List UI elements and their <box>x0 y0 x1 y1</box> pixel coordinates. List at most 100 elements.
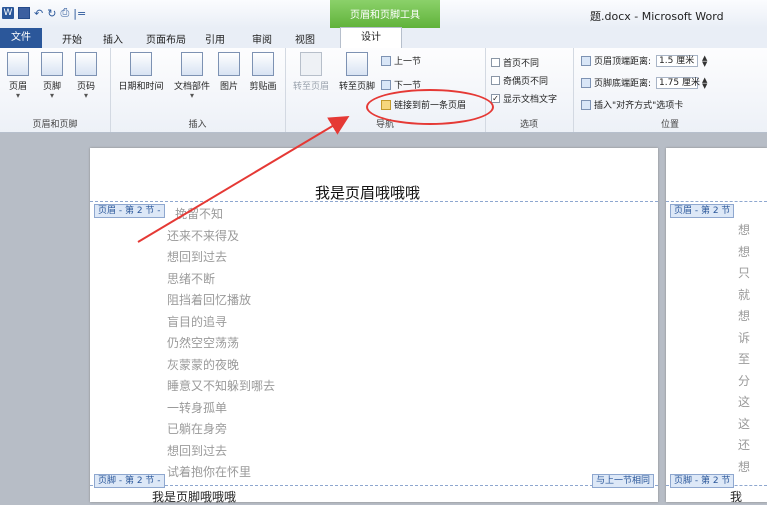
tab-review[interactable]: 审阅 <box>252 31 272 46</box>
body-text[interactable]: 挽留不知 还来不来得及 想回到过去 思绪不断 阻挡着回忆播放 盲目的追寻 仍然空… <box>167 204 275 484</box>
picture-button[interactable]: 图片 <box>216 52 242 92</box>
goto-footer-icon <box>346 52 368 76</box>
redo-icon[interactable]: ↻ <box>47 7 56 20</box>
body-line: 挽留不知 <box>175 207 224 221</box>
header-boundary <box>666 201 767 202</box>
previous-section-button[interactable]: 上一节 <box>381 54 421 67</box>
group-label-position: 位置 <box>660 120 679 130</box>
picture-label: 图片 <box>219 82 238 92</box>
body-char: 想 <box>738 309 751 323</box>
body-line: 试着抱你在怀里 <box>167 465 252 479</box>
ribbon: 页眉 ▾ 页脚 ▾ 页码 ▾ 页眉和页脚 日期和时间 文档部件 ▾ 图片 剪贴画… <box>0 48 767 133</box>
chevron-down-icon: ▾ <box>49 91 54 100</box>
doc-parts-icon <box>181 52 203 76</box>
header-section-badge: 页眉 - 第 2 节 - <box>94 204 165 218</box>
chevron-down-icon: ▾ <box>83 91 88 100</box>
chevron-down-icon: ▾ <box>189 91 194 100</box>
footer-section-badge: 页脚 - 第 2 节 <box>670 474 735 488</box>
group-label-header-footer: 页眉和页脚 <box>32 120 78 130</box>
footer-bottom-input[interactable]: 1.75 厘米 <box>656 76 700 89</box>
customize-qat-icon[interactable]: |= <box>73 7 86 20</box>
different-odd-even-checkbox[interactable]: 奇偶页不同 <box>491 74 548 87</box>
goto-header-icon <box>300 52 322 76</box>
document-page[interactable]: 我是页眉哦哦哦 页眉 - 第 2 节 - 挽留不知 还来不来得及 想回到过去 思… <box>90 148 658 505</box>
document-page-2[interactable]: 页眉 - 第 2 节 想 想 只 就 想 诉 至 分 这 这 还 想 页脚 - … <box>666 148 767 502</box>
group-label-insert: 插入 <box>188 120 207 130</box>
context-tab-group-label: 页眉和页脚工具 <box>350 10 420 21</box>
body-line: 睡意又不知躲到哪去 <box>167 379 276 393</box>
goto-header-button[interactable]: 转至页眉 <box>289 52 333 92</box>
body-line: 仍然空空荡荡 <box>167 336 240 350</box>
spinner-arrows-icon[interactable]: ▲ ▼ <box>702 54 707 67</box>
footer-text[interactable]: 我是页脚哦哦哦 <box>152 488 236 505</box>
body-line: 已躺在身旁 <box>167 422 228 436</box>
insert-alignment-tab-button[interactable]: 插入"对齐方式"选项卡 <box>581 98 683 111</box>
footer-button[interactable]: 页脚 ▾ <box>38 52 66 100</box>
show-document-text-checkbox[interactable]: ✓ 显示文档文字 <box>491 92 557 105</box>
body-char: 只 <box>738 266 751 280</box>
word-logo-icon: W <box>2 7 14 19</box>
different-odd-even-label: 奇偶页不同 <box>503 77 549 87</box>
body-text: 想 想 只 就 想 诉 至 分 这 这 还 想 <box>738 220 750 478</box>
group-header-footer: 页眉 ▾ 页脚 ▾ 页码 ▾ 页眉和页脚 <box>0 48 111 132</box>
calendar-icon <box>130 52 152 76</box>
previous-section-label: 上一节 <box>394 57 422 67</box>
header-top-input[interactable]: 1.5 厘米 <box>656 54 699 67</box>
body-line: 盲目的追寻 <box>167 314 228 329</box>
footer-bottom-label: 页脚底端距离: <box>594 79 652 89</box>
footer-icon <box>41 52 63 76</box>
checkbox-icon <box>491 76 500 85</box>
page-number-icon <box>75 52 97 76</box>
header-top-distance: 页眉顶端距离: 1.5 厘米 ▲ ▼ <box>581 54 707 67</box>
footer-boundary <box>90 485 658 486</box>
checkbox-checked-icon: ✓ <box>491 94 500 103</box>
header-text[interactable]: 我是页眉哦哦哦 <box>315 182 420 203</box>
header-section-badge: 页眉 - 第 2 节 <box>670 204 735 218</box>
chevron-down-icon: ▾ <box>15 91 20 100</box>
body-char: 就 <box>738 287 751 302</box>
footer-text: 我 <box>730 490 743 502</box>
save-icon[interactable] <box>18 7 30 19</box>
tab-insert[interactable]: 插入 <box>103 31 123 46</box>
body-char: 这 <box>738 416 751 431</box>
different-first-page-checkbox[interactable]: 首页不同 <box>491 56 539 69</box>
tab-references[interactable]: 引用 <box>205 31 225 46</box>
body-char: 诉 <box>738 330 751 345</box>
group-insert: 日期和时间 文档部件 ▾ 图片 剪贴画 插入 <box>110 48 286 132</box>
header-position-icon <box>581 55 591 66</box>
goto-footer-button[interactable]: 转至页脚 <box>335 52 379 92</box>
header-boundary <box>90 201 658 202</box>
clip-art-label: 剪贴画 <box>249 82 277 92</box>
picture-icon <box>218 52 240 76</box>
doc-parts-button[interactable]: 文档部件 ▾ <box>170 52 214 100</box>
body-line: 想回到过去 <box>167 250 228 264</box>
footer-section-badge: 页脚 - 第 2 节 - <box>94 474 165 488</box>
checkbox-icon <box>491 58 500 67</box>
window-title: 题.docx - Microsoft Word <box>590 10 724 23</box>
different-first-page-label: 首页不同 <box>503 59 540 69</box>
tab-view[interactable]: 视图 <box>295 31 315 46</box>
footer-bottom-distance: 页脚底端距离: 1.75 厘米 ▲ ▼ <box>581 76 707 89</box>
body-line: 想回到过去 <box>167 443 228 458</box>
show-document-text-label: 显示文档文字 <box>503 95 558 105</box>
date-time-button[interactable]: 日期和时间 <box>116 52 166 92</box>
tab-file[interactable]: 文件 <box>0 28 42 48</box>
tab-design[interactable]: 设计 <box>340 27 402 48</box>
footer-position-icon <box>581 77 591 88</box>
group-label-options: 选项 <box>519 120 538 130</box>
body-line: 思绪不断 <box>167 271 216 286</box>
page-number-button[interactable]: 页码 ▾ <box>72 52 100 100</box>
spinner-arrows-icon[interactable]: ▲ ▼ <box>702 76 707 89</box>
title-bar: W ↶ ↻ ⎙ |= 页眉和页脚工具 题.docx - Microsoft Wo… <box>0 0 767 28</box>
quick-print-icon[interactable]: ⎙ <box>60 6 69 20</box>
tab-page-layout[interactable]: 页面布局 <box>146 31 186 46</box>
body-char: 至 <box>738 352 751 366</box>
next-section-icon <box>381 79 391 90</box>
clip-art-button[interactable]: 剪贴画 <box>246 52 280 92</box>
quick-access-toolbar: W ↶ ↻ ⎙ |= <box>2 6 86 20</box>
header-top-label: 页眉顶端距离: <box>594 57 652 67</box>
header-button[interactable]: 页眉 ▾ <box>4 52 32 100</box>
tab-home[interactable]: 开始 <box>62 31 82 46</box>
undo-icon[interactable]: ↶ <box>34 7 43 20</box>
context-tab-group: 页眉和页脚工具 <box>330 0 440 28</box>
